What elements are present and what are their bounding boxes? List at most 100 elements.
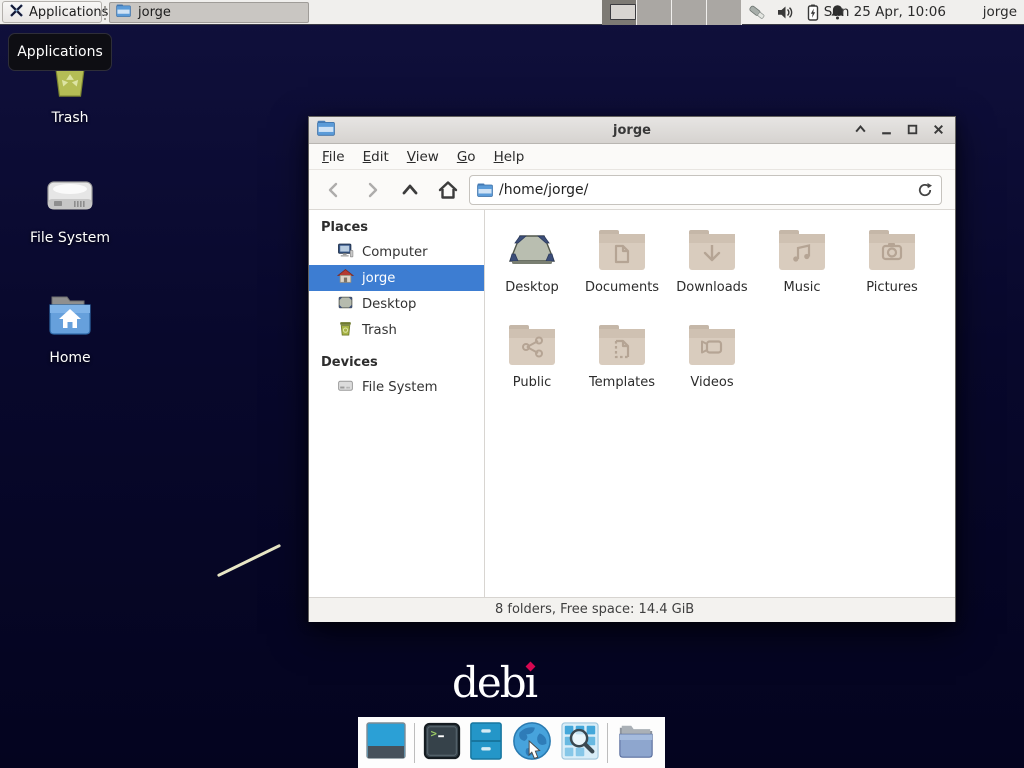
- volume-icon[interactable]: [776, 3, 795, 22]
- sidebar-item-file-system[interactable]: File System: [309, 374, 484, 400]
- folder-downloads-icon: [688, 224, 736, 276]
- file-item-documents[interactable]: Documents: [578, 224, 666, 319]
- file-cabinet-icon[interactable]: [469, 721, 503, 765]
- show-desktop-icon[interactable]: [366, 722, 406, 763]
- panel-username[interactable]: jorge: [983, 0, 1017, 25]
- forward-button[interactable]: [353, 174, 391, 206]
- sidebar: Places Computer jorge Desktop: [309, 210, 485, 597]
- taskbar-window-label: jorge: [138, 5, 171, 20]
- file-item-pictures[interactable]: Pictures: [848, 224, 936, 319]
- folder-templates-icon: [598, 319, 646, 371]
- battery-icon[interactable]: [803, 3, 822, 22]
- folder-public-icon: [508, 319, 556, 371]
- status-text: 8 folders, Free space: 14.4 GiB: [495, 598, 694, 623]
- stray-line-artifact: [217, 544, 281, 577]
- menu-help[interactable]: Help: [485, 149, 534, 165]
- reload-icon[interactable]: [917, 182, 933, 198]
- folder-pictures-icon: [868, 224, 916, 276]
- workspace-3[interactable]: [672, 0, 707, 25]
- file-item-label: Pictures: [866, 280, 917, 295]
- sidebar-item-label: Computer: [362, 245, 428, 260]
- sidebar-item-trash[interactable]: Trash: [309, 317, 484, 343]
- applications-menu-button[interactable]: Applications: [2, 1, 102, 23]
- computer-icon: [337, 242, 354, 263]
- trash-icon: [337, 320, 354, 341]
- home-button[interactable]: [429, 174, 467, 206]
- sidebar-item-label: Desktop: [362, 297, 416, 312]
- workspace-switcher[interactable]: [602, 0, 742, 25]
- top-panel: Applications jorge Sun 25 Apr, 10:06 jor…: [0, 0, 1024, 25]
- panel-handle[interactable]: [103, 5, 107, 20]
- file-item-label: Templates: [589, 375, 655, 390]
- debian-logo-text: deb: [452, 658, 525, 707]
- debian-logo: debıan: [452, 660, 582, 708]
- applications-tooltip: Applications: [8, 33, 112, 71]
- desktop-icon: [506, 224, 558, 276]
- folder-videos-icon: [688, 319, 736, 371]
- minimize-button[interactable]: [880, 121, 893, 140]
- sidebar-item-computer[interactable]: Computer: [309, 239, 484, 265]
- sidebar-devices-header: Devices: [309, 351, 484, 374]
- back-button[interactable]: [315, 174, 353, 206]
- folder-icon: [116, 4, 131, 21]
- file-item-desktop[interactable]: Desktop: [488, 224, 576, 319]
- file-view[interactable]: Desktop Documents: [485, 210, 955, 597]
- shade-button[interactable]: [854, 121, 867, 140]
- file-item-templates[interactable]: Templates: [578, 319, 666, 414]
- dock-separator: [414, 723, 415, 763]
- path-input[interactable]: [499, 182, 917, 198]
- path-bar[interactable]: [469, 175, 942, 205]
- workspace-4[interactable]: [707, 0, 742, 25]
- workspace-1[interactable]: [602, 0, 637, 25]
- maximize-button[interactable]: [906, 121, 919, 140]
- file-item-label: Videos: [690, 375, 733, 390]
- file-item-label: Downloads: [676, 280, 747, 295]
- titlebar[interactable]: jorge: [309, 117, 955, 144]
- sidebar-item-jorge[interactable]: jorge: [309, 265, 484, 291]
- stylus-icon[interactable]: [748, 3, 767, 22]
- home-icon: [337, 268, 354, 289]
- desktop-icon-home[interactable]: Home: [20, 292, 120, 366]
- folder-icon: [477, 183, 493, 197]
- desktop-icon-file-system[interactable]: File System: [20, 172, 120, 246]
- web-browser-icon[interactable]: [511, 720, 553, 766]
- file-item-label: Public: [513, 375, 551, 390]
- xfce-logo-icon: [9, 3, 24, 22]
- panel-clock[interactable]: Sun 25 Apr, 10:06: [824, 0, 946, 25]
- menu-edit[interactable]: Edit: [354, 149, 398, 165]
- folder-icon[interactable]: [615, 722, 657, 764]
- desktop-icon: [337, 294, 354, 315]
- sidebar-item-label: Trash: [362, 323, 397, 338]
- sidebar-places-header: Places: [309, 216, 484, 239]
- workspace-2[interactable]: [637, 0, 672, 25]
- close-button[interactable]: [932, 121, 945, 140]
- tooltip-text: Applications: [17, 44, 103, 60]
- sidebar-item-desktop[interactable]: Desktop: [309, 291, 484, 317]
- file-item-music[interactable]: Music: [758, 224, 846, 319]
- taskbar-window-button[interactable]: jorge: [109, 2, 309, 23]
- file-manager-window: jorge File Edit View Go Help: [308, 116, 956, 622]
- harddrive-icon: [337, 377, 354, 398]
- desktop-icon-label: File System: [30, 230, 110, 246]
- menu-view[interactable]: View: [398, 149, 448, 165]
- menu-go[interactable]: Go: [448, 149, 485, 165]
- toolbar: [309, 170, 955, 210]
- dock-separator: [607, 723, 608, 763]
- file-item-downloads[interactable]: Downloads: [668, 224, 756, 319]
- app-finder-icon[interactable]: [561, 722, 599, 764]
- workspace-window-preview: [610, 4, 636, 20]
- home-folder-icon: [44, 292, 96, 344]
- file-item-label: Desktop: [505, 280, 559, 295]
- file-item-public[interactable]: Public: [488, 319, 576, 414]
- desktop-icon-label: Trash: [52, 110, 89, 126]
- file-item-label: Documents: [585, 280, 659, 295]
- sidebar-item-label: jorge: [362, 271, 395, 286]
- sidebar-item-label: File System: [362, 380, 437, 395]
- file-item-videos[interactable]: Videos: [668, 319, 756, 414]
- up-button[interactable]: [391, 174, 429, 206]
- svg-text:>: >: [430, 728, 436, 740]
- terminal-icon[interactable]: >: [423, 722, 461, 764]
- folder-documents-icon: [598, 224, 646, 276]
- dock-panel: >: [358, 717, 665, 768]
- menu-file[interactable]: File: [313, 149, 354, 165]
